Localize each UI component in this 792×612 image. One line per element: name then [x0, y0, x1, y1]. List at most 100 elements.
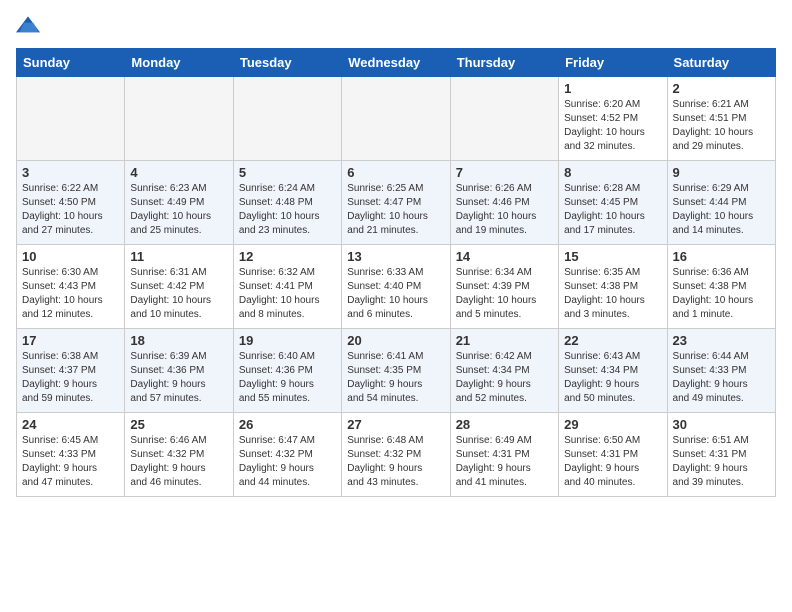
day-info: Sunrise: 6:26 AM Sunset: 4:46 PM Dayligh… — [456, 182, 553, 238]
day-number: 7 — [456, 165, 553, 180]
day-info: Sunrise: 6:20 AM Sunset: 4:52 PM Dayligh… — [564, 98, 661, 154]
calendar-cell: 12Sunrise: 6:32 AM Sunset: 4:41 PM Dayli… — [233, 245, 341, 329]
day-number: 22 — [564, 333, 661, 348]
calendar-cell: 24 Sunrise: 6:45 AM Sunset: 4:33 PM Dayli… — [17, 413, 125, 497]
weekday-header-friday: Friday — [559, 49, 667, 77]
calendar-cell: 22 Sunrise: 6:43 AM Sunset: 4:34 PM Dayli… — [559, 329, 667, 413]
day-number: 25 — [130, 417, 227, 432]
day-info: Sunrise: 6:43 AM Sunset: 4:34 PM Dayligh… — [564, 350, 661, 406]
day-info: Sunrise: 6:49 AM Sunset: 4:31 PM Dayligh… — [456, 434, 553, 490]
calendar-cell: 29Sunrise: 6:50 AM Sunset: 4:31 PM Dayli… — [559, 413, 667, 497]
day-number: 8 — [564, 165, 661, 180]
day-info: Sunrise: 6:42 AM Sunset: 4:34 PM Dayligh… — [456, 350, 553, 406]
calendar-cell: 1 Sunrise: 6:20 AM Sunset: 4:52 PM Daylig… — [559, 77, 667, 161]
calendar-week-row: 3 Sunrise: 6:22 AM Sunset: 4:50 PM Daylig… — [17, 161, 776, 245]
day-info: Sunrise: 6:51 AM Sunset: 4:31 PM Dayligh… — [673, 434, 770, 490]
calendar-cell: 7 Sunrise: 6:26 AM Sunset: 4:46 PM Daylig… — [450, 161, 558, 245]
calendar-cell: 18Sunrise: 6:39 AM Sunset: 4:36 PM Dayli… — [125, 329, 233, 413]
day-info: Sunrise: 6:33 AM Sunset: 4:40 PM Dayligh… — [347, 266, 444, 322]
day-number: 13 — [347, 249, 444, 264]
calendar-table: SundayMondayTuesdayWednesdayThursdayFrid… — [16, 48, 776, 497]
day-number: 9 — [673, 165, 770, 180]
calendar-cell: 30 Sunrise: 6:51 AM Sunset: 4:31 PM Dayli… — [667, 413, 775, 497]
logo-icon — [16, 16, 40, 36]
day-info: Sunrise: 6:47 AM Sunset: 4:32 PM Dayligh… — [239, 434, 336, 490]
calendar-cell: 13 Sunrise: 6:33 AM Sunset: 4:40 PM Dayli… — [342, 245, 450, 329]
calendar-cell: 20Sunrise: 6:41 AM Sunset: 4:35 PM Dayli… — [342, 329, 450, 413]
day-info: Sunrise: 6:38 AM Sunset: 4:37 PM Dayligh… — [22, 350, 119, 406]
calendar-week-row: 17 Sunrise: 6:38 AM Sunset: 4:37 PM Dayli… — [17, 329, 776, 413]
day-number: 26 — [239, 417, 336, 432]
day-number: 3 — [22, 165, 119, 180]
weekday-header-thursday: Thursday — [450, 49, 558, 77]
calendar-week-row: 24 Sunrise: 6:45 AM Sunset: 4:33 PM Dayli… — [17, 413, 776, 497]
day-number: 29 — [564, 417, 661, 432]
calendar-cell — [342, 77, 450, 161]
day-info: Sunrise: 6:36 AM Sunset: 4:38 PM Dayligh… — [673, 266, 770, 322]
calendar-cell: 28 Sunrise: 6:49 AM Sunset: 4:31 PM Dayli… — [450, 413, 558, 497]
day-info: Sunrise: 6:24 AM Sunset: 4:48 PM Dayligh… — [239, 182, 336, 238]
calendar-cell: 8 Sunrise: 6:28 AM Sunset: 4:45 PM Daylig… — [559, 161, 667, 245]
day-info: Sunrise: 6:45 AM Sunset: 4:33 PM Dayligh… — [22, 434, 119, 490]
day-number: 4 — [130, 165, 227, 180]
weekday-header-wednesday: Wednesday — [342, 49, 450, 77]
day-info: Sunrise: 6:28 AM Sunset: 4:45 PM Dayligh… — [564, 182, 661, 238]
day-number: 24 — [22, 417, 119, 432]
calendar-cell — [17, 77, 125, 161]
calendar-cell: 2 Sunrise: 6:21 AM Sunset: 4:51 PM Daylig… — [667, 77, 775, 161]
calendar-cell: 16 Sunrise: 6:36 AM Sunset: 4:38 PM Dayli… — [667, 245, 775, 329]
day-info: Sunrise: 6:22 AM Sunset: 4:50 PM Dayligh… — [22, 182, 119, 238]
calendar-cell: 3 Sunrise: 6:22 AM Sunset: 4:50 PM Daylig… — [17, 161, 125, 245]
day-number: 23 — [673, 333, 770, 348]
calendar-cell: 9 Sunrise: 6:29 AM Sunset: 4:44 PM Daylig… — [667, 161, 775, 245]
day-number: 30 — [673, 417, 770, 432]
calendar-cell: 23 Sunrise: 6:44 AM Sunset: 4:33 PM Dayli… — [667, 329, 775, 413]
calendar-cell: 15 Sunrise: 6:35 AM Sunset: 4:38 PM Dayli… — [559, 245, 667, 329]
calendar-cell: 14 Sunrise: 6:34 AM Sunset: 4:39 PM Dayli… — [450, 245, 558, 329]
weekday-header-monday: Monday — [125, 49, 233, 77]
day-info: Sunrise: 6:46 AM Sunset: 4:32 PM Dayligh… — [130, 434, 227, 490]
day-number: 6 — [347, 165, 444, 180]
day-info: Sunrise: 6:30 AM Sunset: 4:43 PM Dayligh… — [22, 266, 119, 322]
day-info: Sunrise: 6:29 AM Sunset: 4:44 PM Dayligh… — [673, 182, 770, 238]
day-number: 27 — [347, 417, 444, 432]
page-header — [16, 16, 776, 36]
day-info: Sunrise: 6:48 AM Sunset: 4:32 PM Dayligh… — [347, 434, 444, 490]
day-number: 19 — [239, 333, 336, 348]
day-info: Sunrise: 6:25 AM Sunset: 4:47 PM Dayligh… — [347, 182, 444, 238]
day-number: 1 — [564, 81, 661, 96]
day-number: 10 — [22, 249, 119, 264]
day-number: 16 — [673, 249, 770, 264]
day-info: Sunrise: 6:21 AM Sunset: 4:51 PM Dayligh… — [673, 98, 770, 154]
day-info: Sunrise: 6:31 AM Sunset: 4:42 PM Dayligh… — [130, 266, 227, 322]
calendar-cell: 4 Sunrise: 6:23 AM Sunset: 4:49 PM Daylig… — [125, 161, 233, 245]
day-info: Sunrise: 6:35 AM Sunset: 4:38 PM Dayligh… — [564, 266, 661, 322]
calendar-cell: 26 Sunrise: 6:47 AM Sunset: 4:32 PM Dayli… — [233, 413, 341, 497]
calendar-cell: 17 Sunrise: 6:38 AM Sunset: 4:37 PM Dayli… — [17, 329, 125, 413]
day-info: Sunrise: 6:32 AM Sunset: 4:41 PM Dayligh… — [239, 266, 336, 322]
weekday-header-row: SundayMondayTuesdayWednesdayThursdayFrid… — [17, 49, 776, 77]
day-number: 17 — [22, 333, 119, 348]
calendar-cell: 10 Sunrise: 6:30 AM Sunset: 4:43 PM Dayli… — [17, 245, 125, 329]
day-number: 2 — [673, 81, 770, 96]
day-number: 5 — [239, 165, 336, 180]
day-info: Sunrise: 6:34 AM Sunset: 4:39 PM Dayligh… — [456, 266, 553, 322]
calendar-cell: 6 Sunrise: 6:25 AM Sunset: 4:47 PM Daylig… — [342, 161, 450, 245]
day-info: Sunrise: 6:44 AM Sunset: 4:33 PM Dayligh… — [673, 350, 770, 406]
day-number: 21 — [456, 333, 553, 348]
calendar-cell: 5 Sunrise: 6:24 AM Sunset: 4:48 PM Daylig… — [233, 161, 341, 245]
weekday-header-sunday: Sunday — [17, 49, 125, 77]
day-number: 28 — [456, 417, 553, 432]
calendar-week-row: 10 Sunrise: 6:30 AM Sunset: 4:43 PM Dayli… — [17, 245, 776, 329]
day-number: 15 — [564, 249, 661, 264]
calendar-cell: 21 Sunrise: 6:42 AM Sunset: 4:34 PM Dayli… — [450, 329, 558, 413]
calendar-cell: 25 Sunrise: 6:46 AM Sunset: 4:32 PM Dayli… — [125, 413, 233, 497]
calendar-cell: 27 Sunrise: 6:48 AM Sunset: 4:32 PM Dayli… — [342, 413, 450, 497]
calendar-cell — [125, 77, 233, 161]
day-number: 14 — [456, 249, 553, 264]
calendar-week-row: 1 Sunrise: 6:20 AM Sunset: 4:52 PM Daylig… — [17, 77, 776, 161]
day-number: 20 — [347, 333, 444, 348]
weekday-header-tuesday: Tuesday — [233, 49, 341, 77]
calendar-cell: 19Sunrise: 6:40 AM Sunset: 4:36 PM Dayli… — [233, 329, 341, 413]
day-info: Sunrise: 6:23 AM Sunset: 4:49 PM Dayligh… — [130, 182, 227, 238]
